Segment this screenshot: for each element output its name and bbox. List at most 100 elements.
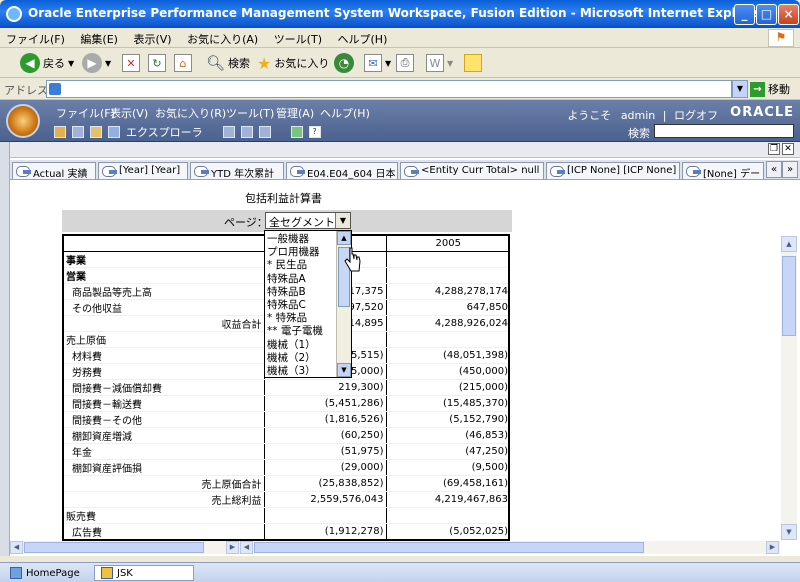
page-label: ページ： — [224, 216, 268, 229]
workspace-logo-icon[interactable] — [6, 104, 40, 138]
explorer-icon[interactable] — [108, 126, 120, 138]
history-button[interactable]: ◔ — [334, 52, 354, 74]
print-button[interactable]: ⎙ — [396, 52, 414, 74]
pov-custom[interactable]: [None] デー — [682, 162, 764, 179]
menu-view[interactable]: 表示(V) — [127, 28, 177, 50]
page-icon[interactable] — [240, 126, 253, 138]
scroll-thumb[interactable] — [24, 542, 204, 553]
cell-value: (29,000) — [263, 459, 386, 476]
pov-prev-button[interactable]: « — [766, 161, 782, 178]
menu-tools[interactable]: ツール(T) — [268, 28, 328, 50]
scroll-right-icon[interactable]: ▶ — [226, 541, 239, 554]
user-name: admin — [620, 109, 656, 122]
maximize-button[interactable]: □ — [756, 4, 777, 25]
chevron-down-icon[interactable]: ▼ — [335, 213, 350, 228]
add-icon[interactable] — [290, 126, 303, 138]
favorites-label: お気に入り — [274, 57, 330, 70]
app-menu-tools[interactable]: ツール(T) — [226, 105, 274, 121]
note-button[interactable] — [464, 52, 482, 74]
scroll-down-icon[interactable]: ▼ — [781, 524, 797, 540]
edit-dropdown-icon[interactable]: ▼ — [447, 59, 453, 68]
close-panel-icon[interactable]: ✕ — [782, 143, 794, 155]
task-homepage[interactable]: HomePage — [4, 565, 92, 581]
edit-button[interactable]: W ▼ — [426, 52, 453, 74]
mail-dropdown-icon[interactable]: ▼ — [385, 59, 391, 68]
row-label: 売上総利益 — [64, 491, 264, 508]
mail-button[interactable]: ✉ ▼ — [364, 52, 391, 74]
address-input[interactable] — [46, 80, 732, 98]
scroll-left-icon[interactable]: ◀ — [10, 541, 23, 554]
forward-dropdown-icon[interactable]: ▼ — [105, 59, 111, 68]
app-menu-view[interactable]: 表示(V) — [110, 105, 148, 121]
content-vertical-scrollbar[interactable]: ▲ ▼ — [781, 236, 797, 540]
right-horizontal-scrollbar[interactable]: ◀ ▶ — [240, 541, 780, 554]
cell-value-2005 — [385, 251, 508, 268]
row-label: 棚卸資産増減 — [64, 427, 264, 444]
menu-favorites[interactable]: お気に入り(A) — [181, 28, 264, 50]
left-horizontal-scrollbar[interactable]: ◀ ▶ — [10, 541, 240, 554]
pov-view[interactable]: YTD 年次累計 — [190, 162, 284, 179]
favorites-button[interactable]: ★ お気に入り — [257, 52, 329, 74]
cell-value-2005: (5,052,025) — [385, 523, 508, 539]
cell-value: (51,975) — [263, 443, 386, 460]
back-button[interactable]: ◀ 戻る ▼ — [20, 52, 74, 74]
pov-scenario[interactable]: Actual 実績 — [12, 162, 96, 179]
app-menu-admin[interactable]: 管理(A) — [276, 105, 314, 121]
cell-value: (1,912,278) — [263, 523, 386, 539]
cell-value-2005: (46,853) — [385, 427, 508, 444]
scroll-thumb[interactable] — [782, 256, 796, 336]
row-label: 収益合計 — [64, 315, 264, 332]
app-menu-favorites[interactable]: お気に入り(R) — [155, 105, 226, 121]
home-icon[interactable] — [54, 126, 66, 138]
explorer-button[interactable]: エクスプローラ — [126, 124, 203, 140]
pov-value[interactable]: <Entity Curr Total> null — [400, 162, 544, 179]
pov-icon — [686, 166, 701, 177]
new-doc-icon[interactable] — [72, 126, 84, 138]
home-button[interactable]: ⌂ — [174, 52, 192, 74]
scroll-up-icon[interactable]: ▲ — [337, 231, 351, 245]
refresh-button[interactable]: ↻ — [148, 52, 166, 74]
user-info: ようこそ admin | ログオフ — [567, 109, 718, 122]
minimize-button[interactable]: _ — [734, 4, 755, 25]
address-dropdown-icon[interactable]: ▼ — [732, 80, 748, 98]
row-label: 売上原価合計 — [64, 475, 264, 492]
scroll-left-icon[interactable]: ◀ — [240, 541, 253, 554]
scroll-down-icon[interactable]: ▼ — [337, 363, 351, 377]
search-input[interactable] — [654, 124, 794, 138]
page-select[interactable]: 全セグメント ▼ — [265, 212, 351, 229]
browser-menu-bar: ファイル(F) 編集(E) 表示(V) お気に入り(A) ツール(T) ヘルプ(… — [0, 28, 800, 48]
back-dropdown-icon[interactable]: ▼ — [68, 59, 74, 68]
menu-help[interactable]: ヘルプ(H) — [332, 28, 394, 50]
pov-entity[interactable]: E04.E04_604 日本 — [286, 162, 398, 179]
menu-edit[interactable]: 編集(E) — [74, 28, 124, 50]
stop-icon: ✕ — [122, 54, 140, 72]
app-menu-help[interactable]: ヘルプ(H) — [320, 105, 370, 121]
cell-value-2005: (69,458,161) — [385, 475, 508, 492]
print-icon: ⎙ — [396, 54, 414, 72]
go-button[interactable]: → 移動 — [750, 81, 790, 97]
open-folder-icon[interactable] — [90, 126, 102, 138]
menu-file[interactable]: ファイル(F) — [0, 28, 71, 50]
restore-panel-icon[interactable]: ❐ — [768, 143, 780, 155]
forward-button[interactable]: ▶ ▼ — [82, 52, 111, 74]
pov-label: E04.E04_604 日本 — [307, 169, 396, 179]
copy-icon[interactable] — [222, 126, 235, 138]
app-menu-file[interactable]: ファイル(F) — [56, 105, 115, 121]
scroll-right-icon[interactable]: ▶ — [766, 541, 779, 554]
task-jsk[interactable]: JSK — [94, 565, 194, 581]
pov-next-button[interactable]: » — [782, 161, 798, 178]
help-icon[interactable]: ? — [308, 126, 321, 138]
window-title-bar[interactable]: Oracle Enterprise Performance Management… — [0, 0, 800, 28]
scroll-up-icon[interactable]: ▲ — [781, 236, 797, 252]
pov-icp[interactable]: [ICP None] [ICP None] — [546, 162, 680, 179]
close-button[interactable]: × — [778, 4, 799, 25]
header-cell: 2005 — [385, 236, 508, 252]
stop-button[interactable]: ✕ — [122, 52, 140, 74]
grid-icon[interactable] — [258, 126, 271, 138]
pov-year[interactable]: [Year] [Year] — [98, 162, 188, 179]
mail-icon: ✉ — [364, 54, 382, 72]
view-pane-edge[interactable] — [0, 142, 10, 562]
search-button[interactable]: 🔍︎ 検索 — [206, 52, 250, 74]
scroll-thumb[interactable] — [254, 542, 644, 553]
logoff-link[interactable]: ログオフ — [674, 109, 718, 122]
